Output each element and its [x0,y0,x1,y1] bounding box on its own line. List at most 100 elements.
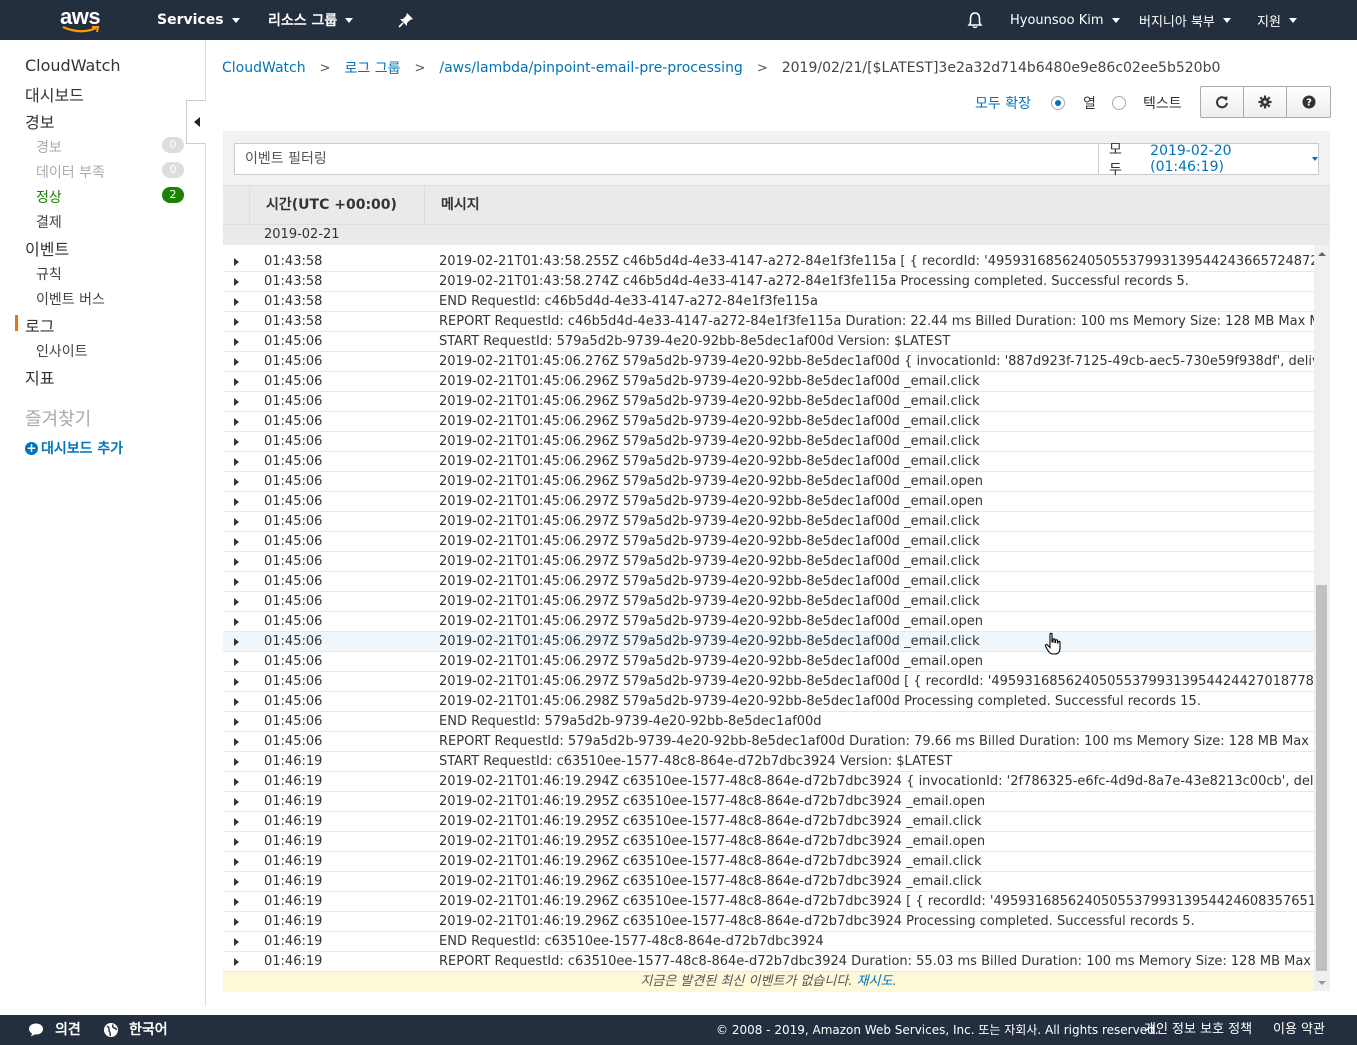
expand-all-link[interactable]: 모두 확장 [975,93,1031,113]
expand-row-icon[interactable] [234,778,239,786]
expand-row-icon[interactable] [234,958,239,966]
table-row[interactable]: 01:43:58 END RequestId: c46b5d4d-4e33-414… [223,292,1314,312]
sidebar-item-insufficient-data[interactable]: 데이터 부족 [36,162,105,182]
table-row[interactable]: 01:45:06 2019-02-21T01:45:06.297Z 579a5d2… [223,492,1314,512]
sidebar-item-metrics[interactable]: 지표 [25,365,54,389]
sidebar-item-insights[interactable]: 인사이트 [36,341,88,361]
expand-row-icon[interactable] [234,438,239,446]
sidebar-item-rules[interactable]: 규칙 [36,264,62,284]
expand-row-icon[interactable] [234,618,239,626]
expand-row-icon[interactable] [234,338,239,346]
expand-row-icon[interactable] [234,278,239,286]
table-row[interactable]: 01:45:06 2019-02-21T01:45:06.297Z 579a5d2… [223,672,1314,692]
privacy-policy-link[interactable]: 개인 정보 보호 정책 [1144,1015,1252,1045]
expand-row-icon[interactable] [234,858,239,866]
table-row[interactable]: 01:43:58 2019-02-21T01:43:58.274Z c46b5d4… [223,272,1314,292]
view-text-radio[interactable] [1112,96,1126,110]
region-menu[interactable]: 버지니아 북부 [1139,0,1231,40]
table-row[interactable]: 01:45:06 2019-02-21T01:45:06.296Z 579a5d2… [223,472,1314,492]
table-row[interactable]: 01:46:19 2019-02-21T01:46:19.296Z c63510e… [223,872,1314,892]
table-row[interactable]: 01:45:06 2019-02-21T01:45:06.296Z 579a5d2… [223,372,1314,392]
breadcrumb-cloudwatch[interactable]: CloudWatch [222,60,306,76]
expand-row-icon[interactable] [234,718,239,726]
table-row[interactable]: 01:45:06 2019-02-21T01:45:06.297Z 579a5d2… [223,652,1314,672]
table-row[interactable]: 01:45:06 2019-02-21T01:45:06.297Z 579a5d2… [223,512,1314,532]
feedback-link[interactable]: 의견 [55,1015,81,1045]
pin-icon[interactable] [398,12,414,28]
expand-row-icon[interactable] [234,638,239,646]
expand-row-icon[interactable] [234,758,239,766]
expand-row-icon[interactable] [234,898,239,906]
sidebar-item-alarms[interactable]: 경보 [25,109,54,133]
expand-row-icon[interactable] [234,698,239,706]
expand-row-icon[interactable] [234,818,239,826]
expand-row-icon[interactable] [234,458,239,466]
support-menu[interactable]: 지원 [1257,0,1297,40]
aws-logo[interactable]: aws [58,4,104,36]
table-row[interactable]: 01:45:06 END RequestId: 579a5d2b-9739-4e2… [223,712,1314,732]
view-text-label[interactable]: 텍스트 [1143,93,1182,113]
table-row[interactable]: 01:45:06 2019-02-21T01:45:06.296Z 579a5d2… [223,412,1314,432]
expand-row-icon[interactable] [234,838,239,846]
scroll-down-arrow-icon[interactable] [1318,981,1326,985]
breadcrumb-log-groups[interactable]: 로그 그룹 [344,58,400,78]
sidebar-item-ok[interactable]: 정상 [36,187,62,207]
expand-row-icon[interactable] [234,598,239,606]
table-row[interactable]: 01:46:19 END RequestId: c63510ee-1577-48c… [223,932,1314,952]
table-row[interactable]: 01:45:06 2019-02-21T01:45:06.297Z 579a5d2… [223,632,1314,652]
table-row[interactable]: 01:46:19 2019-02-21T01:46:19.295Z c63510e… [223,792,1314,812]
retry-link[interactable]: 재시도. [857,974,897,989]
table-row[interactable]: 01:45:06 2019-02-21T01:45:06.276Z 579a5d2… [223,352,1314,372]
table-row[interactable]: 01:46:19 2019-02-21T01:46:19.294Z c63510e… [223,772,1314,792]
table-row[interactable]: 01:43:58 REPORT RequestId: c46b5d4d-4e33-… [223,312,1314,332]
user-menu[interactable]: Hyounsoo Kim [1010,0,1120,40]
view-row-label[interactable]: 열 [1083,93,1096,113]
table-row[interactable]: 01:43:58 2019-02-21T01:43:58.255Z c46b5d4… [223,252,1314,272]
terms-link[interactable]: 이용 약관 [1273,1015,1325,1045]
table-row[interactable]: 01:45:06 2019-02-21T01:45:06.297Z 579a5d2… [223,592,1314,612]
settings-button[interactable] [1244,87,1287,117]
scroll-up-arrow-icon[interactable] [1318,252,1326,256]
filter-events-input[interactable]: 이벤트 필터링 [234,143,1099,175]
time-range-all[interactable]: 모두 [1109,139,1134,179]
table-row[interactable]: 01:45:06 2019-02-21T01:45:06.297Z 579a5d2… [223,572,1314,592]
expand-row-icon[interactable] [234,318,239,326]
expand-row-icon[interactable] [234,518,239,526]
expand-row-icon[interactable] [234,678,239,686]
table-row[interactable]: 01:46:19 REPORT RequestId: c63510ee-1577-… [223,952,1314,972]
table-row[interactable]: 01:46:19 2019-02-21T01:46:19.295Z c63510e… [223,832,1314,852]
sidebar-item-billing[interactable]: 결제 [36,212,62,232]
expand-row-icon[interactable] [234,358,239,366]
table-row[interactable]: 01:46:19 START RequestId: c63510ee-1577-4… [223,752,1314,772]
sidebar-item-event-bus[interactable]: 이벤트 버스 [36,289,105,309]
sidebar-item-events[interactable]: 이벤트 [25,236,69,260]
table-row[interactable]: 01:46:19 2019-02-21T01:46:19.296Z c63510e… [223,892,1314,912]
sidebar-item-alarm-state[interactable]: 경보 [36,137,62,157]
table-row[interactable]: 01:45:06 START RequestId: 579a5d2b-9739-4… [223,332,1314,352]
expand-row-icon[interactable] [234,558,239,566]
sidebar-item-dashboard[interactable]: 대시보드 [25,82,84,106]
time-range-date[interactable]: 2019-02-20 (01:46:19) [1150,143,1306,175]
view-row-radio[interactable] [1051,96,1065,110]
expand-row-icon[interactable] [234,918,239,926]
services-menu[interactable]: Services [157,0,240,40]
collapse-sidebar-button[interactable] [186,100,206,144]
expand-row-icon[interactable] [234,418,239,426]
table-row[interactable]: 01:46:19 2019-02-21T01:46:19.296Z c63510e… [223,912,1314,932]
expand-row-icon[interactable] [234,398,239,406]
expand-row-icon[interactable] [234,798,239,806]
expand-row-icon[interactable] [234,498,239,506]
expand-row-icon[interactable] [234,258,239,266]
table-row[interactable]: 01:45:06 2019-02-21T01:45:06.297Z 579a5d2… [223,532,1314,552]
table-row[interactable]: 01:45:06 2019-02-21T01:45:06.298Z 579a5d2… [223,692,1314,712]
table-row[interactable]: 01:45:06 2019-02-21T01:45:06.297Z 579a5d2… [223,552,1314,572]
help-button[interactable]: ? [1287,87,1330,117]
table-row[interactable]: 01:45:06 2019-02-21T01:45:06.296Z 579a5d2… [223,452,1314,472]
expand-row-icon[interactable] [234,478,239,486]
breadcrumb-log-group[interactable]: /aws/lambda/pinpoint-email-pre-processin… [439,60,742,76]
table-row[interactable]: 01:45:06 2019-02-21T01:45:06.296Z 579a5d2… [223,392,1314,412]
column-header-time[interactable]: 시간(UTC +00:00) [266,186,397,224]
table-row[interactable]: 01:46:19 2019-02-21T01:46:19.295Z c63510e… [223,812,1314,832]
scrollbar-thumb[interactable] [1316,585,1327,971]
expand-row-icon[interactable] [234,378,239,386]
